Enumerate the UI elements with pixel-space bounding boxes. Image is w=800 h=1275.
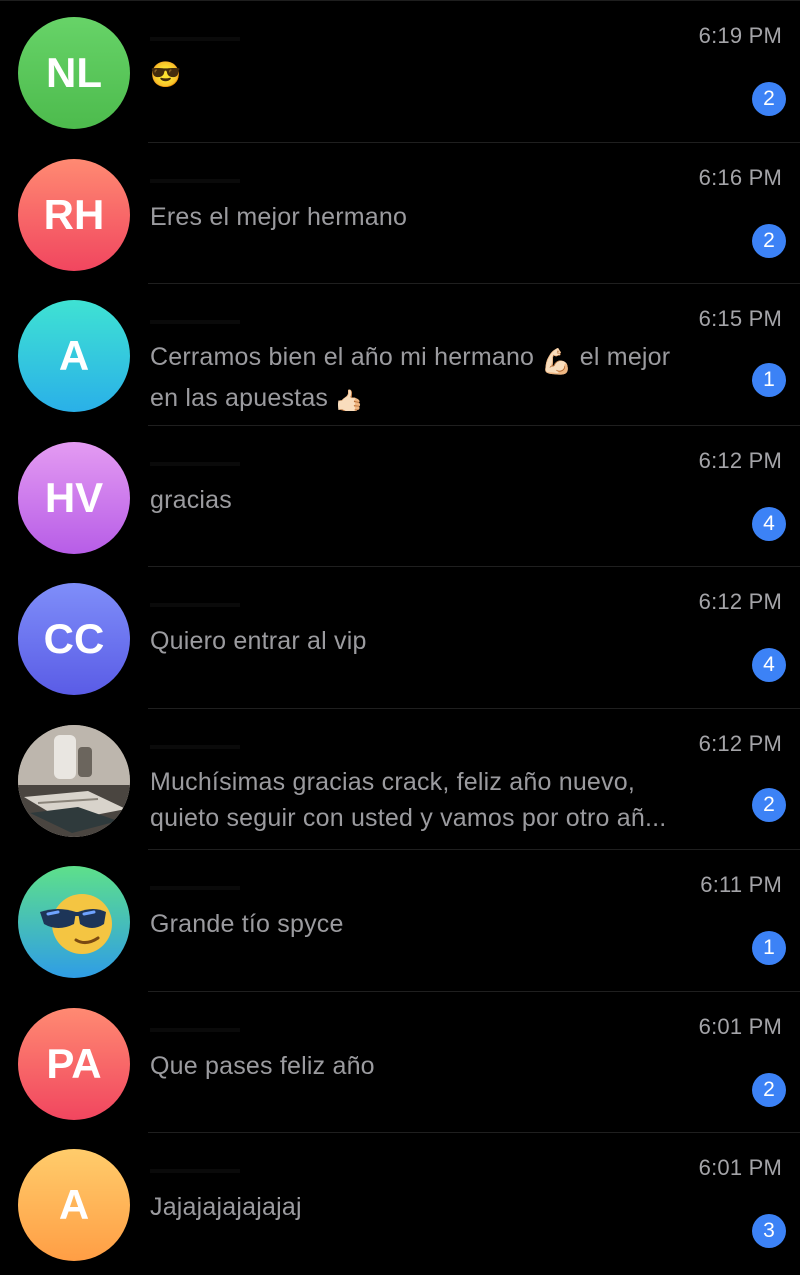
chat-row[interactable]: RH 6:16 PM Eres el mejor hermano 2 (0, 143, 800, 285)
unread-badge: 2 (752, 223, 786, 258)
smiling-face-sunglasses-icon (40, 894, 112, 954)
chat-name-redacted (150, 320, 240, 324)
chat-preview: Eres el mejor hermano (150, 202, 408, 231)
chat-time: 6:01 PM (698, 1155, 782, 1180)
chat-name-redacted (150, 178, 240, 183)
avatar: PA (18, 1007, 130, 1120)
chat-preview: gracias (150, 485, 232, 514)
avatar-emoji (18, 866, 130, 978)
chat-name-redacted (150, 461, 240, 466)
chat-row[interactable]: HV 6:12 PM gracias 4 (0, 426, 800, 568)
unread-badge: 2 (752, 787, 786, 822)
avatar: NL (18, 17, 130, 129)
chat-row[interactable]: NL 6:19 PM 😎 2 (0, 1, 800, 143)
avatar: A (18, 1149, 130, 1261)
chat-preview-line: en las apuestas 🤙🏻 (150, 380, 734, 411)
chat-preview: Quiero entrar al vip (150, 627, 367, 655)
chat-time: 6:15 PM (698, 306, 782, 331)
chat-time: 6:12 PM (698, 589, 782, 614)
chat-row[interactable]: A 6:01 PM Jajajajajajajaj 3 (0, 1133, 800, 1275)
unread-badge: 4 (752, 648, 786, 682)
chat-preview: 😎 (150, 61, 182, 89)
chat-row[interactable]: 6:12 PM Muchísimas gracias crack, feliz … (0, 709, 800, 851)
chat-preview-line: Cerramos bien el año mi hermano 💪🏻 el me… (150, 339, 734, 380)
chat-preview-line: quieto seguir con usted y vamos por otro… (150, 803, 667, 832)
chat-preview-line: Muchísimas gracias crack, feliz año nuev… (150, 767, 635, 796)
chat-time: 6:01 PM (698, 1013, 782, 1039)
preview-text: en las apuestas (150, 384, 329, 411)
chat-time: 6:16 PM (698, 164, 782, 190)
chat-name-redacted (150, 37, 240, 41)
chat-row[interactable]: A 6:15 PM Cerramos bien el año mi herman… (0, 284, 800, 426)
unread-badge: 2 (752, 1072, 786, 1107)
call-me-hand-icon: 🤙🏻 (335, 389, 367, 411)
chat-list: NL 6:19 PM 😎 2 RH 6:16 PM Eres el mejor … (0, 0, 800, 1264)
chat-row[interactable]: 6:11 PM Grande tío spyce 1 (0, 850, 800, 992)
flexed-biceps-icon: 💪🏻 (541, 348, 573, 376)
avatar: RH (18, 158, 130, 271)
photo-image (18, 724, 130, 837)
chat-name-redacted (150, 1027, 240, 1032)
unread-badge: 2 (752, 82, 786, 116)
avatar: HV (18, 441, 130, 554)
chat-time: 6:12 PM (698, 730, 782, 756)
avatar: A (18, 300, 130, 412)
preview-text: Cerramos bien el año mi hermano (150, 343, 535, 371)
chat-row[interactable]: PA 6:01 PM Que pases feliz año 2 (0, 992, 800, 1134)
chat-name-redacted (150, 603, 240, 607)
avatar: CC (18, 583, 130, 695)
unread-badge: 4 (752, 506, 786, 541)
chat-preview: Muchísimas gracias crack, feliz año nuev… (150, 764, 734, 836)
chat-row[interactable]: CC 6:12 PM Quiero entrar al vip 4 (0, 567, 800, 709)
chat-preview: Que pases feliz año (150, 1051, 375, 1080)
chat-preview: Jajajajajajajaj (150, 1193, 302, 1221)
chat-preview: Grande tío spyce (150, 910, 344, 938)
chat-name-redacted (150, 744, 240, 749)
unread-badge: 1 (752, 931, 786, 965)
avatar-photo (18, 724, 130, 837)
chat-name-redacted (150, 1169, 240, 1173)
chat-time: 6:19 PM (698, 23, 782, 48)
chat-time: 6:12 PM (698, 447, 782, 473)
chat-preview: Cerramos bien el año mi hermano 💪🏻 el me… (150, 339, 734, 411)
unread-badge: 1 (752, 363, 786, 397)
chat-time: 6:11 PM (700, 872, 782, 897)
unread-badge: 3 (752, 1214, 786, 1248)
preview-text: el mejor (579, 343, 671, 371)
chat-name-redacted (150, 886, 240, 890)
